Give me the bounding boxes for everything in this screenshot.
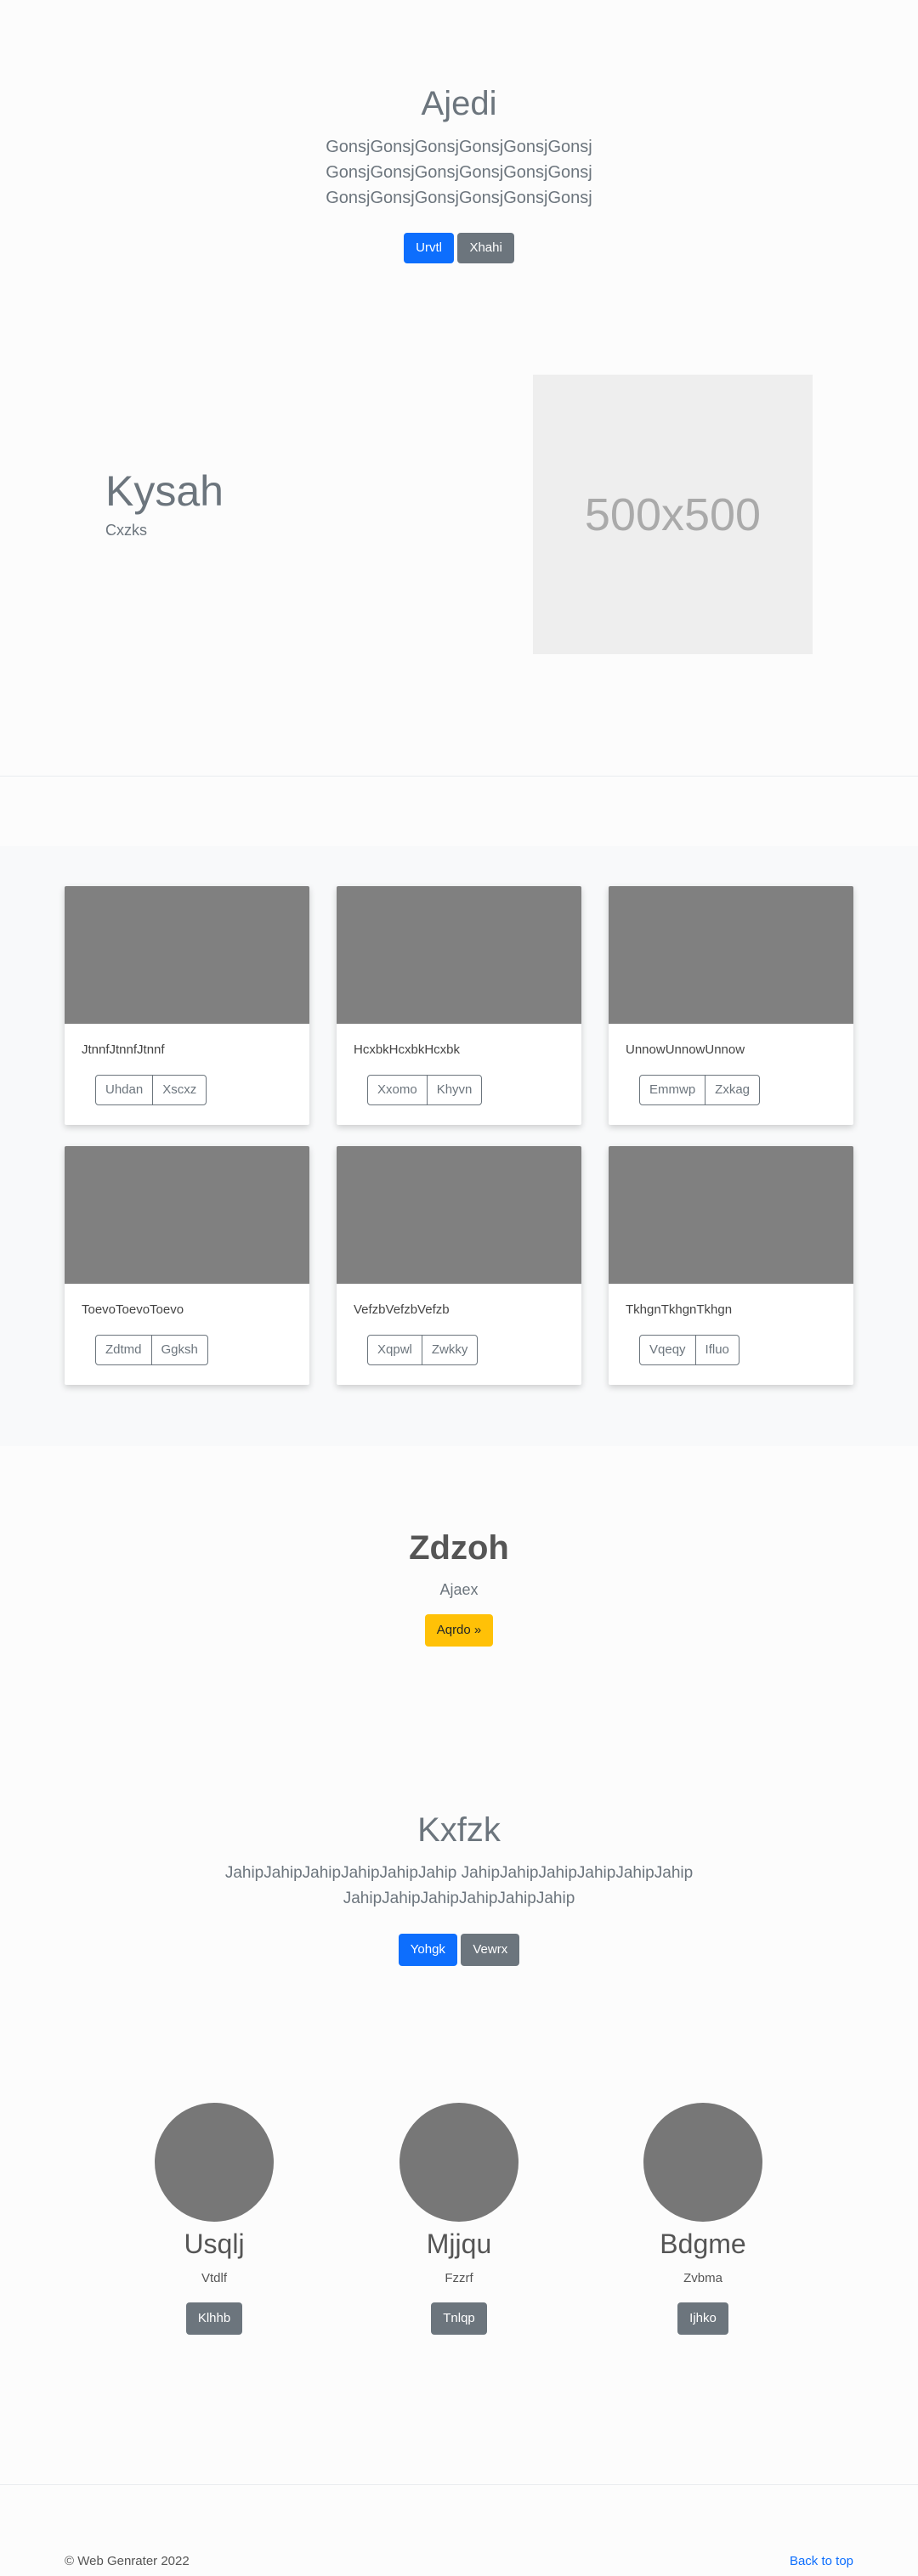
cta-subtitle: Ajaex: [439, 1581, 479, 1598]
section-divider: [0, 776, 918, 777]
album-card: VefzbVefzbVefzb Xqpwl Zwkky: [337, 1146, 581, 1385]
album-card: UnnowUnnowUnnow Emmwp Zxkag: [609, 886, 853, 1125]
card-button[interactable]: Khyvn: [426, 1075, 483, 1105]
card-text: VefzbVefzbVefzb: [354, 1302, 450, 1317]
album-card: HcxbkHcxbkHcxbk Xxomo Khyvn: [337, 886, 581, 1125]
album-card: TkhgnTkhgnTkhgn Vqeqy Ifluo: [609, 1146, 853, 1385]
card-button-group: Xqpwl Zwkky: [367, 1335, 479, 1365]
card-button-group: Zdtmd Ggksh: [95, 1335, 208, 1365]
card-thumbnail: [337, 1146, 581, 1284]
card-thumbnail: [609, 886, 853, 1024]
member-role: Fzzrf: [445, 2271, 473, 2285]
card-button[interactable]: Zdtmd: [95, 1335, 152, 1365]
hero-section: Ajedi GonsjGonsjGonsjGonsjGonsjGonsj Gon…: [0, 82, 918, 263]
card-button[interactable]: Xxomo: [367, 1075, 428, 1105]
album-card: JtnnfJtnnfJtnnf Uhdan Xscxz: [65, 886, 309, 1125]
feature-image-label: 500x500: [584, 489, 762, 540]
card-text: UnnowUnnowUnnow: [626, 1042, 745, 1057]
footer-copyright: © Web Genrater 2022: [65, 2554, 190, 2568]
card-button[interactable]: Xscxz: [152, 1075, 207, 1105]
avatar: [155, 2103, 274, 2222]
card-button[interactable]: Xqpwl: [367, 1335, 422, 1365]
cta-button[interactable]: Aqrdo »: [424, 1614, 494, 1647]
hero-buttons: Urvtl Xhahi: [0, 233, 918, 263]
album-card: ToevoToevoToevo Zdtmd Ggksh: [65, 1146, 309, 1385]
card-thumbnail: [65, 886, 309, 1024]
card-thumbnail: [337, 886, 581, 1024]
avatar: [643, 2103, 762, 2222]
member-name: Mjjqu: [426, 2229, 492, 2259]
member-name: Bdgme: [660, 2229, 746, 2259]
card-button-group: Vqeqy Ifluo: [639, 1335, 740, 1365]
hero2-primary-button[interactable]: Yohgk: [398, 1934, 457, 1966]
hero-title: Ajedi: [421, 85, 497, 122]
card-button[interactable]: Uhdan: [95, 1075, 154, 1105]
team-member: Usqlj Vtdlf Klhhb: [112, 2103, 316, 2335]
member-button[interactable]: Tnlqp: [431, 2302, 487, 2335]
cta-section: Zdzoh Ajaex Aqrdo »: [0, 1527, 918, 1647]
card-thumbnail: [65, 1146, 309, 1284]
footer-divider: [0, 2484, 918, 2485]
card-text: TkhgnTkhgnTkhgn: [626, 1302, 733, 1317]
team-member: Mjjqu Fzzrf Tnlqp: [357, 2103, 561, 2335]
member-name: Usqlj: [184, 2229, 245, 2259]
hero2-lead: JahipJahipJahipJahipJahipJahip JahipJahi…: [224, 1864, 694, 1907]
hero2-title: Kxfzk: [417, 1811, 501, 1849]
card-text: ToevoToevoToevo: [82, 1302, 184, 1317]
card-text: JtnnfJtnnfJtnnf: [82, 1042, 165, 1057]
card-button[interactable]: Zwkky: [421, 1335, 479, 1365]
card-button-group: Uhdan Xscxz: [95, 1075, 207, 1105]
card-button-group: Emmwp Zxkag: [639, 1075, 761, 1105]
card-button-group: Xxomo Khyvn: [367, 1075, 483, 1105]
hero2-buttons: Yohgk Vewrx: [0, 1934, 918, 1966]
cta-title: Zdzoh: [409, 1529, 509, 1567]
feature-image-placeholder: 500x500: [533, 375, 813, 654]
avatar: [400, 2103, 518, 2222]
hero-primary-button[interactable]: Urvtl: [404, 233, 454, 263]
member-button[interactable]: Ijhko: [677, 2302, 728, 2335]
card-button[interactable]: Emmwp: [639, 1075, 706, 1105]
card-button[interactable]: Zxkag: [705, 1075, 761, 1105]
hero-secondary-button[interactable]: Xhahi: [457, 233, 514, 263]
hero-lead: GonsjGonsjGonsjGonsjGonsjGonsj GonsjGons…: [326, 138, 592, 207]
team-member: Bdgme Zvbma Ijhko: [601, 2103, 805, 2335]
member-role: Vtdlf: [201, 2271, 227, 2285]
card-button[interactable]: Ifluo: [694, 1335, 740, 1365]
member-button[interactable]: Klhhb: [185, 2302, 243, 2335]
card-thumbnail: [609, 1146, 853, 1284]
card-button[interactable]: Ggksh: [150, 1335, 208, 1365]
member-role: Zvbma: [683, 2271, 722, 2285]
hero2-secondary-button[interactable]: Vewrx: [461, 1934, 520, 1966]
hero2-section: Kxfzk JahipJahipJahipJahipJahipJahip Jah…: [0, 1808, 918, 1966]
feature-subtitle: Cxzks: [105, 522, 147, 539]
card-button[interactable]: Vqeqy: [639, 1335, 696, 1365]
album-section: JtnnfJtnnfJtnnf Uhdan Xscxz HcxbkHcxbkHc…: [0, 846, 918, 1446]
back-to-top-link[interactable]: Back to top: [790, 2554, 853, 2568]
card-text: HcxbkHcxbkHcxbk: [354, 1042, 461, 1057]
feature-title: Kysah: [105, 467, 224, 515]
